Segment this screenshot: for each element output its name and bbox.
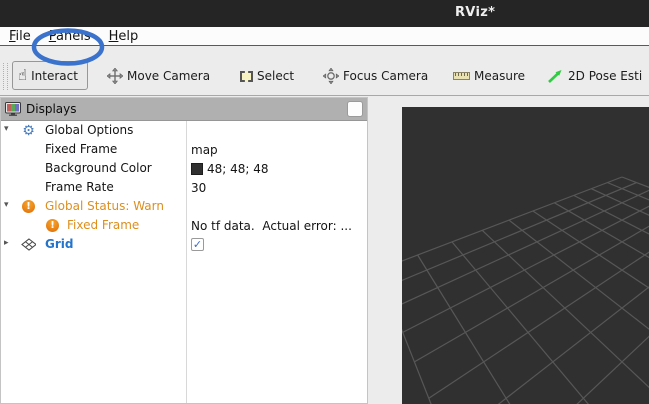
value-cell[interactable]: No tf data. Actual error: ... <box>186 216 367 235</box>
tool-label: 2D Pose Esti <box>568 69 642 83</box>
move-camera-icon <box>107 68 123 84</box>
value-text: 30 <box>191 181 206 195</box>
color-swatch <box>191 163 203 175</box>
value-text: No tf data. Actual error: ... <box>191 219 352 233</box>
tool-2d-pose-esti-button[interactable]: 2D Pose Esti <box>546 67 642 85</box>
menu-bar: FilePanelsHelp <box>0 27 649 46</box>
displays-panel: Displays ▾ ⚙ Global Options Fixed Frame map B… <box>0 97 368 404</box>
tree-row-background-color[interactable]: Background Color 48; 48; 48 <box>1 159 367 178</box>
tool-label: Select <box>257 69 294 83</box>
displays-panel-header[interactable]: Displays <box>1 98 367 121</box>
row-label: Background Color <box>45 161 152 175</box>
panel-title: Displays <box>26 102 76 116</box>
tool-measure-button[interactable]: Measure <box>453 67 525 85</box>
menu-item-help[interactable]: Help <box>102 28 146 45</box>
tool-move-camera-button[interactable]: Move Camera <box>107 67 210 85</box>
tree-row-grid[interactable]: ▸ Grid ✓ <box>1 235 367 254</box>
enabled-checkbox[interactable]: ✓ <box>191 238 204 251</box>
name-cell[interactable]: ▾ ⚙ Global Options <box>1 121 186 140</box>
tool-focus-camera-button[interactable]: Focus Camera <box>323 67 428 85</box>
name-cell[interactable]: ▾! Global Status: Warn <box>1 197 186 216</box>
tree-row-global-status-warn[interactable]: ▾! Global Status: Warn <box>1 197 367 216</box>
row-label: Fixed Frame <box>45 142 117 156</box>
name-cell[interactable]: ! Fixed Frame <box>1 216 186 235</box>
select-box-icon <box>240 71 253 82</box>
tool-select-button[interactable]: Select <box>240 67 294 85</box>
row-label: Frame Rate <box>45 180 114 194</box>
value-text: 48; 48; 48 <box>207 162 269 176</box>
value-cell[interactable] <box>186 121 367 140</box>
toolbar: ☝ Interact Move Camera Select Focus Camera Me… <box>0 46 649 96</box>
value-cell[interactable]: 30 <box>186 178 367 197</box>
panel-detach-button[interactable] <box>347 101 363 117</box>
value-text: map <box>191 143 218 157</box>
pose-estimate-arrow-icon <box>546 68 564 84</box>
value-cell[interactable] <box>186 197 367 216</box>
tool-label: Focus Camera <box>343 69 428 83</box>
focus-camera-icon <box>323 68 339 84</box>
menu-item-panels[interactable]: Panels <box>42 28 98 45</box>
tool-label: Interact <box>31 69 78 83</box>
3d-viewport[interactable] <box>402 107 649 404</box>
collapse-arrow-icon[interactable]: ▾ <box>4 200 9 210</box>
name-cell[interactable]: ▸ Grid <box>1 235 186 254</box>
row-label: Global Status: Warn <box>45 199 164 213</box>
tree-row-fixed-frame[interactable]: ! Fixed Frame No tf data. Actual error: ..… <box>1 216 367 235</box>
displays-monitor-icon <box>5 102 21 116</box>
grid-icon <box>21 237 36 252</box>
expand-arrow-icon[interactable]: ▸ <box>4 238 9 248</box>
title-bar[interactable]: RViz* <box>0 0 649 27</box>
collapse-arrow-icon[interactable]: ▾ <box>4 124 9 134</box>
value-cell[interactable]: 48; 48; 48 <box>186 159 367 178</box>
toolbar-drag-handle[interactable] <box>3 63 8 90</box>
window-title: RViz* <box>455 5 495 20</box>
tool-label: Measure <box>474 69 525 83</box>
tool-interact-button[interactable]: ☝ Interact <box>12 61 88 90</box>
row-label: Global Options <box>45 123 133 137</box>
tree-row-fixed-frame[interactable]: Fixed Frame map <box>1 140 367 159</box>
menu-item-file[interactable]: File <box>2 28 38 45</box>
tree-row-global-options[interactable]: ▾ ⚙ Global Options <box>1 121 367 140</box>
row-label: Fixed Frame <box>67 218 139 232</box>
rviz-window: RViz* FilePanelsHelp ☝ Interact Move Camer… <box>0 0 649 404</box>
value-cell[interactable]: ✓ <box>186 235 367 254</box>
hand-icon: ☝ <box>18 68 27 83</box>
row-label: Grid <box>45 237 73 251</box>
value-cell[interactable]: map <box>186 140 367 159</box>
name-cell[interactable]: Frame Rate <box>1 178 186 197</box>
warning-icon: ! <box>21 199 36 214</box>
tree-row-frame-rate[interactable]: Frame Rate 30 <box>1 178 367 197</box>
displays-tree: ▾ ⚙ Global Options Fixed Frame map Background… <box>1 121 367 403</box>
name-cell[interactable]: Background Color <box>1 159 186 178</box>
ruler-icon <box>453 72 470 80</box>
warning-icon: ! <box>45 218 60 233</box>
ground-grid <box>402 107 649 404</box>
name-cell[interactable]: Fixed Frame <box>1 140 186 159</box>
tool-label: Move Camera <box>127 69 210 83</box>
gear-icon: ⚙ <box>21 123 36 138</box>
